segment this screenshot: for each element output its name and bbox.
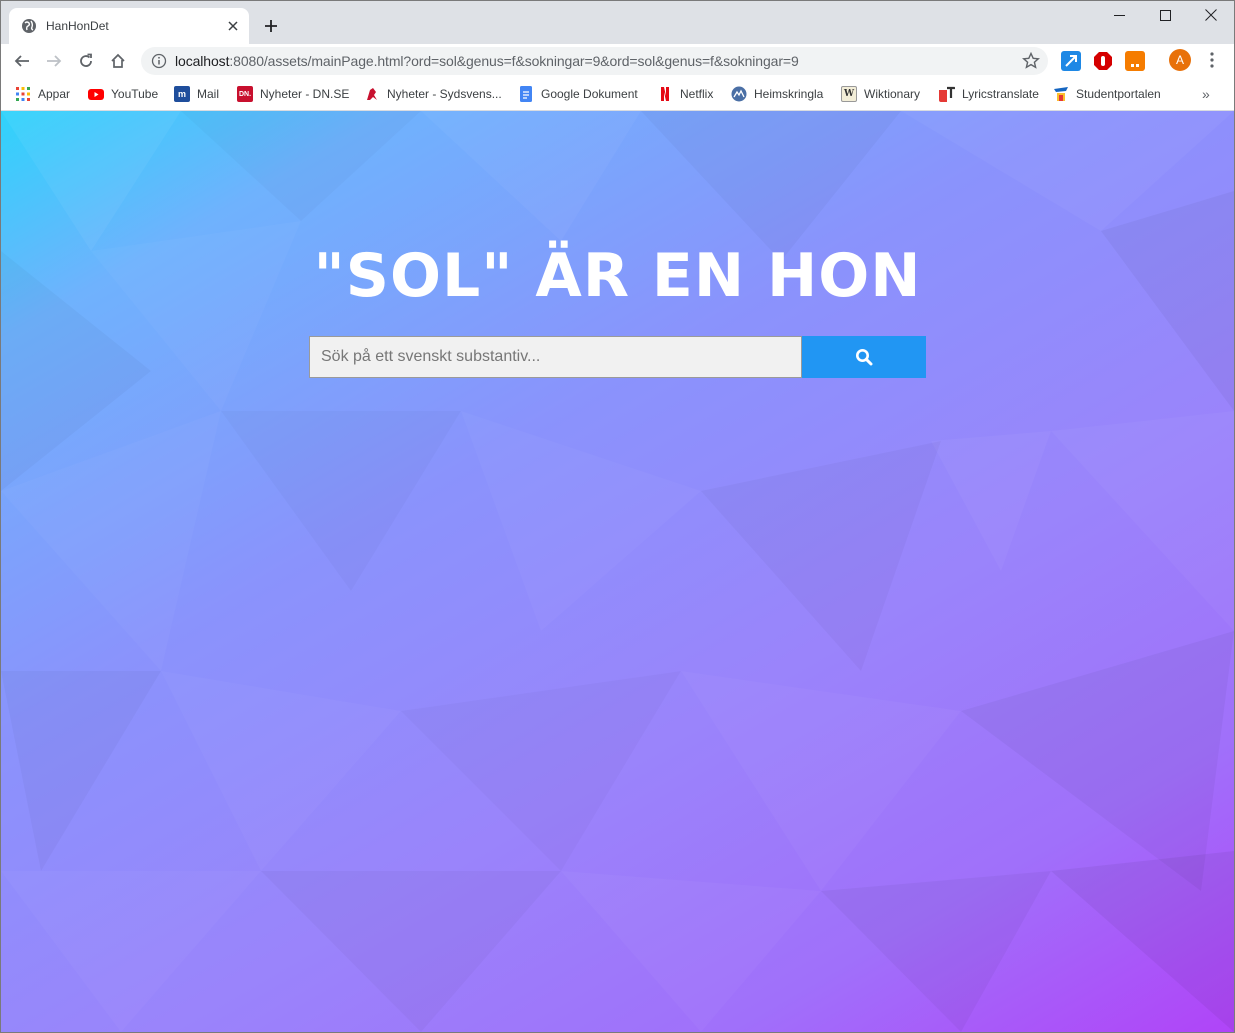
menu-kebab-icon[interactable] [1203,49,1221,71]
dn-icon: DN. [237,86,253,102]
wiktionary-icon: W [841,86,857,102]
mail-icon: m [174,86,190,102]
browser-titlebar: HanHonDet [0,0,1235,44]
bookmark-lyricstranslate[interactable]: Lyricstranslate [939,84,1039,104]
bookmark-appar[interactable]: Appar [15,84,70,104]
extension-orange-icon[interactable] [1125,51,1145,71]
bookmark-google-docs[interactable]: Google Dokument [518,84,638,104]
address-bar[interactable]: localhost:8080/assets/mainPage.html?ord=… [141,47,1048,75]
tab-close-icon[interactable] [223,16,243,36]
browser-toolbar: localhost:8080/assets/mainPage.html?ord=… [0,44,1235,78]
bookmark-label: Wiktionary [864,87,921,101]
studentportalen-icon [1054,87,1068,101]
search-button[interactable] [802,336,926,378]
globe-icon [22,19,36,33]
bookmark-heimskringla[interactable]: Heimskringla [731,84,823,104]
home-icon [111,53,125,68]
bookmark-netflix[interactable]: Netflix [657,84,713,104]
bookmark-label: Studentportalen [1076,87,1161,101]
maximize-icon[interactable] [1142,0,1188,30]
bookmarks-bar: Appar YouTube m Mail DN. Nyheter - DN.SE… [0,78,1235,111]
bookmark-star-icon[interactable] [1022,52,1040,70]
bookmark-label: Nyheter - Sydsvens... [387,87,502,101]
bookmark-label: Lyricstranslate [962,87,1039,101]
bookmark-label: Nyheter - DN.SE [260,87,350,101]
search-input[interactable] [309,336,802,378]
apps-grid-icon [16,87,30,101]
bookmarks-overflow-button[interactable]: » [1202,86,1210,102]
bookmark-label: Google Dokument [541,87,638,101]
google-docs-icon [520,86,532,102]
lyricstranslate-icon [939,86,955,102]
netflix-icon [661,87,669,101]
reload-icon [80,53,92,67]
profile-avatar[interactable]: A [1169,49,1191,71]
extension-arrow-icon[interactable] [1061,51,1081,71]
tab-title: HanHonDet [46,19,109,33]
page-viewport: "SOL" ÄR EN HON [1,111,1234,1032]
bookmark-label: Netflix [680,87,714,101]
bookmark-label: Mail [197,87,220,101]
back-button[interactable] [8,47,36,75]
page-headline: "SOL" ÄR EN HON [313,241,922,311]
bookmark-youtube[interactable]: YouTube [88,84,158,104]
reload-button[interactable] [72,47,100,75]
bookmark-sydsvenskan[interactable]: Nyheter - Sydsvens... [364,84,502,104]
youtube-icon [88,89,104,100]
close-icon[interactable] [1188,0,1234,30]
bookmark-label: Heimskringla [754,87,824,101]
bookmark-mail[interactable]: m Mail [174,84,219,104]
bookmark-studentportalen[interactable]: Studentportalen [1053,84,1161,104]
url-host: localhost [175,53,230,69]
search-icon [856,349,873,366]
minimize-icon[interactable] [1096,0,1142,30]
bookmark-label: Appar [38,87,71,101]
new-tab-button[interactable] [259,14,283,38]
heimskringla-icon [731,86,747,102]
home-button[interactable] [104,47,132,75]
forward-button[interactable] [40,47,68,75]
adblock-icon[interactable] [1093,51,1113,71]
forward-arrow-icon [47,55,62,67]
info-icon[interactable] [151,53,167,69]
bookmark-dn[interactable]: DN. Nyheter - DN.SE [237,84,349,104]
url-text: localhost:8080/assets/mainPage.html?ord=… [175,53,799,69]
url-path: :8080/assets/mainPage.html?ord=sol&genus… [229,53,799,69]
sydsvenskan-icon [367,88,377,100]
back-arrow-icon [14,55,29,67]
bookmark-wiktionary[interactable]: W Wiktionary [841,84,920,104]
bookmark-label: YouTube [111,87,159,101]
browser-tab[interactable]: HanHonDet [9,8,249,44]
